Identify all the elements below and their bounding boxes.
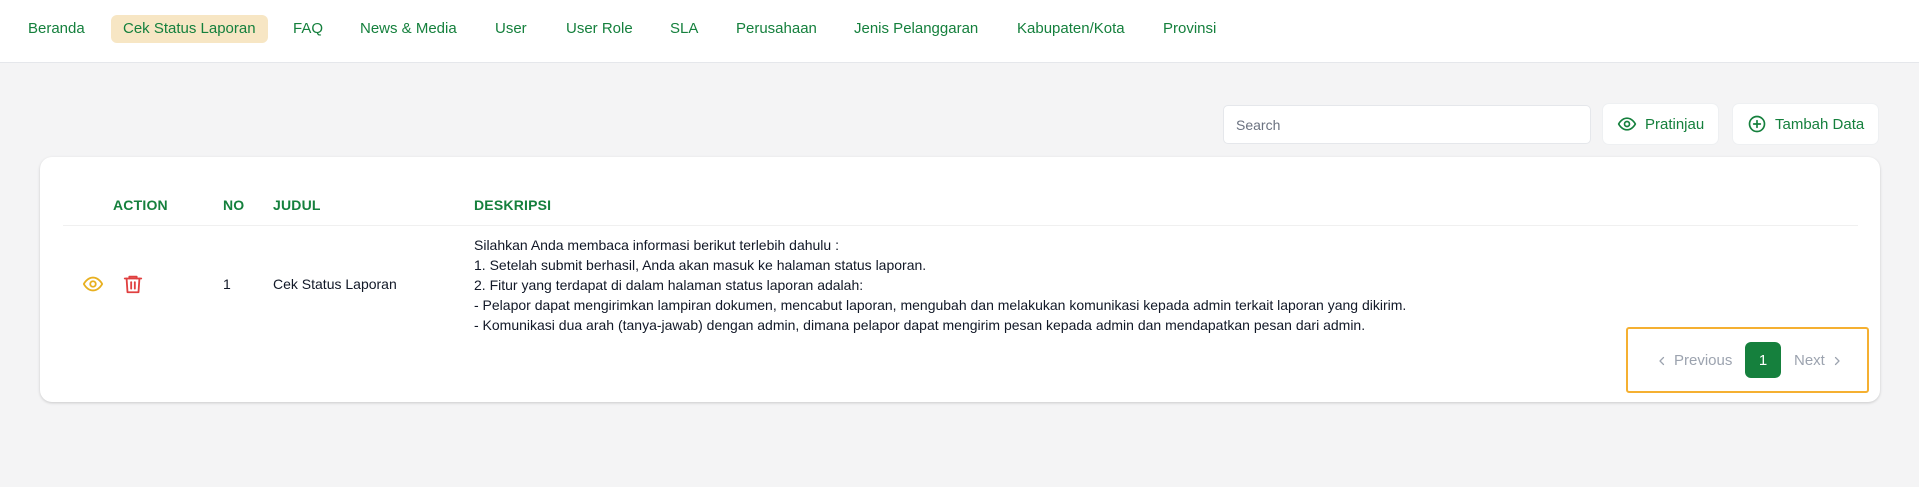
view-eye-icon[interactable] <box>82 273 104 295</box>
add-data-button[interactable]: Tambah Data <box>1733 104 1879 144</box>
preview-button-label: Pratinjau <box>1645 115 1705 133</box>
previous-label: Previous <box>1674 352 1733 369</box>
nav-item-kabupaten-kota[interactable]: Kabupaten/Kota <box>1005 15 1137 43</box>
column-header-judul: JUDUL <box>273 197 321 213</box>
row-judul: Cek Status Laporan <box>273 276 397 292</box>
nav-item-cek-status-laporan[interactable]: Cek Status Laporan <box>111 15 268 43</box>
header-divider <box>63 225 1858 226</box>
column-header-no: NO <box>223 197 245 213</box>
nav-item-provinsi[interactable]: Provinsi <box>1151 15 1228 43</box>
nav-item-user[interactable]: User <box>483 15 539 43</box>
pagination: Previous 1 Next <box>1626 327 1869 393</box>
row-deskripsi: Silahkan Anda membaca informasi berikut … <box>474 235 1406 335</box>
search-input[interactable] <box>1223 105 1591 144</box>
nav-item-user-role[interactable]: User Role <box>554 15 645 43</box>
row-no: 1 <box>223 276 231 292</box>
deskripsi-line: - Komunikasi dua arah (tanya-jawab) deng… <box>474 317 1366 333</box>
chevron-right-icon <box>1834 356 1840 366</box>
deskripsi-line: - Pelapor dapat mengirimkan lampiran dok… <box>474 297 1407 313</box>
nav-item-faq[interactable]: FAQ <box>281 15 335 43</box>
nav-item-jenis-pelanggaran[interactable]: Jenis Pelanggaran <box>842 15 990 43</box>
next-label: Next <box>1794 352 1825 369</box>
column-header-deskripsi: DESKRIPSI <box>474 197 552 213</box>
nav-item-news-media[interactable]: News & Media <box>348 15 469 43</box>
previous-page-button[interactable]: Previous <box>1656 349 1732 373</box>
nav-item-sla[interactable]: SLA <box>658 15 710 43</box>
top-navigation: Beranda Cek Status Laporan FAQ News & Me… <box>0 0 1919 63</box>
nav-item-perusahaan[interactable]: Perusahaan <box>724 15 829 43</box>
deskripsi-line: 2. Fitur yang terdapat di dalam halaman … <box>474 277 864 293</box>
data-table-card: ACTION NO JUDUL DESKRIPSI 1 Cek Status L… <box>40 157 1880 402</box>
trash-icon[interactable] <box>122 273 144 295</box>
preview-button[interactable]: Pratinjau <box>1603 104 1719 144</box>
deskripsi-line: Silahkan Anda membaca informasi berikut … <box>474 237 839 253</box>
nav-item-beranda[interactable]: Beranda <box>16 15 97 43</box>
add-data-button-label: Tambah Data <box>1775 115 1865 133</box>
plus-circle-icon <box>1748 115 1766 133</box>
eye-icon <box>1617 117 1637 131</box>
next-page-button[interactable]: Next <box>1794 349 1843 373</box>
page-number-button[interactable]: 1 <box>1745 342 1781 378</box>
chevron-left-icon <box>1659 356 1665 366</box>
column-header-action: ACTION <box>113 197 168 213</box>
deskripsi-line: 1. Setelah submit berhasil, Anda akan ma… <box>474 257 927 273</box>
